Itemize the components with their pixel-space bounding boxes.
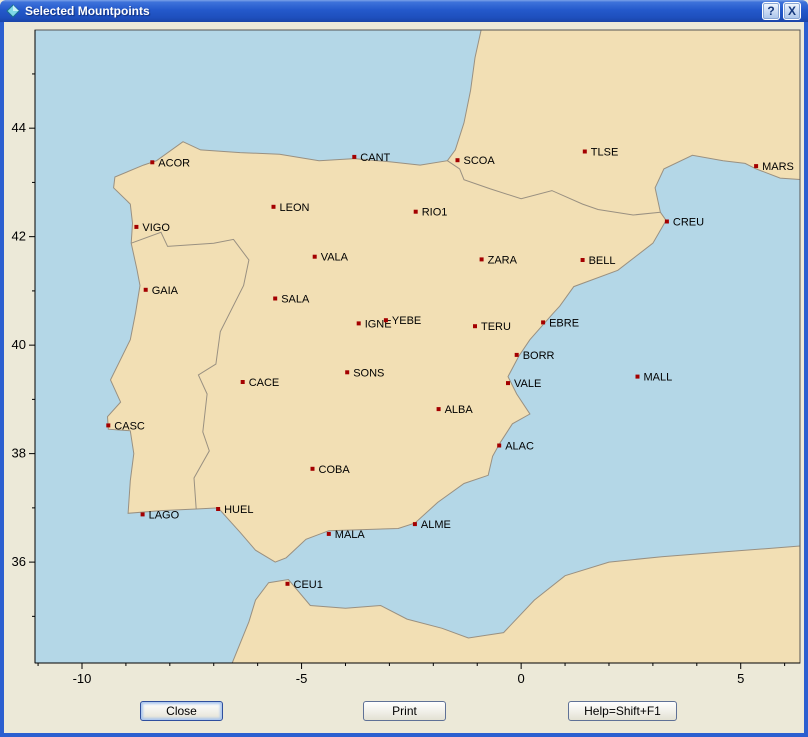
station-marker[interactable] (665, 220, 669, 224)
x-tick-label: -5 (296, 671, 308, 686)
station-marker[interactable] (311, 467, 315, 471)
station-label: EBRE (549, 317, 579, 329)
station-label: RIO1 (422, 207, 448, 219)
station-marker[interactable] (541, 320, 545, 324)
mountpoints-map: ACOR VIGO GAIA CASC LAGO HUEL CACE SALA LEON CANT… (4, 22, 804, 698)
station-label: ALME (421, 519, 451, 531)
close-window-button[interactable]: X (783, 2, 801, 20)
station-label: VALA (321, 252, 349, 264)
station-marker[interactable] (272, 205, 276, 209)
station-marker[interactable] (497, 444, 501, 448)
station-marker[interactable] (506, 381, 510, 385)
station-marker[interactable] (515, 353, 519, 357)
station-label: MARS (762, 161, 794, 173)
station-label: VALE (514, 378, 541, 390)
station-marker[interactable] (480, 257, 484, 261)
station-marker[interactable] (241, 380, 245, 384)
station-marker[interactable] (345, 370, 349, 374)
station-marker[interactable] (144, 288, 148, 292)
x-tick-label: 0 (518, 671, 525, 686)
station-marker[interactable] (327, 532, 331, 536)
station-marker[interactable] (414, 210, 418, 214)
x-tick-label: 5 (737, 671, 744, 686)
station-label: ZARA (488, 254, 518, 266)
station-label: YEBE (392, 315, 421, 327)
station-label: VIGO (142, 222, 170, 234)
station-marker[interactable] (456, 158, 460, 162)
station-label: CEU1 (294, 579, 323, 591)
station-marker[interactable] (583, 150, 587, 154)
station-marker[interactable] (581, 258, 585, 262)
station-label: TERU (481, 321, 511, 333)
station-label: CANT (360, 152, 390, 164)
station-marker[interactable] (141, 512, 145, 516)
mountpoints-diamond-icon (6, 4, 20, 18)
titlebar-buttons: ? X (762, 2, 801, 20)
station-label: CREU (673, 217, 704, 229)
station-marker[interactable] (106, 423, 110, 427)
station-label: TLSE (591, 147, 619, 159)
station-marker[interactable] (313, 255, 317, 259)
station-marker[interactable] (286, 582, 290, 586)
station-label: BORR (523, 350, 555, 362)
station-label: ACOR (158, 157, 190, 169)
station-marker[interactable] (352, 155, 356, 159)
station-label: LEON (280, 202, 310, 214)
y-tick-label: 42 (12, 229, 26, 244)
station-label: LAGO (149, 509, 180, 521)
station-label: GAIA (152, 285, 179, 297)
station-label: HUEL (224, 504, 253, 516)
y-tick-label: 44 (12, 120, 26, 135)
station-marker[interactable] (150, 160, 154, 164)
station-marker[interactable] (413, 522, 417, 526)
station-label: CASC (114, 420, 145, 432)
station-marker[interactable] (357, 321, 361, 325)
print-button[interactable]: Print (363, 701, 446, 721)
station-label: MALA (335, 529, 366, 541)
station-label: MALL (644, 372, 673, 384)
station-label: SCOA (464, 155, 496, 167)
station-marker[interactable] (384, 318, 388, 322)
station-marker[interactable] (636, 375, 640, 379)
station-marker[interactable] (216, 507, 220, 511)
station-label: CACE (249, 377, 280, 389)
y-tick-label: 36 (12, 554, 26, 569)
close-button[interactable]: Close (140, 701, 223, 721)
station-marker[interactable] (437, 407, 441, 411)
station-marker[interactable] (754, 164, 758, 168)
station-label: SONS (353, 367, 384, 379)
help-titlebar-button[interactable]: ? (762, 2, 780, 20)
y-tick-label: 38 (12, 446, 26, 461)
station-label: BELL (589, 255, 616, 267)
station-marker[interactable] (473, 324, 477, 328)
station-marker[interactable] (273, 297, 277, 301)
dialog-window: Selected Mountpoints ? X ACOR VIGO GAIA CAS… (0, 0, 808, 737)
title-bar[interactable]: Selected Mountpoints ? X (0, 0, 808, 22)
station-label: ALBA (445, 404, 474, 416)
station-label: ALAC (505, 441, 534, 453)
station-label: SALA (281, 294, 310, 306)
y-tick-label: 40 (12, 337, 26, 352)
window-title: Selected Mountpoints (25, 4, 762, 18)
dialog-content: ACOR VIGO GAIA CASC LAGO HUEL CACE SALA LEON CANT… (4, 22, 804, 733)
help-shortcut-button[interactable]: Help=Shift+F1 (568, 701, 677, 721)
x-tick-label: -10 (73, 671, 92, 686)
station-label: COBA (319, 464, 351, 476)
station-marker[interactable] (134, 225, 138, 229)
